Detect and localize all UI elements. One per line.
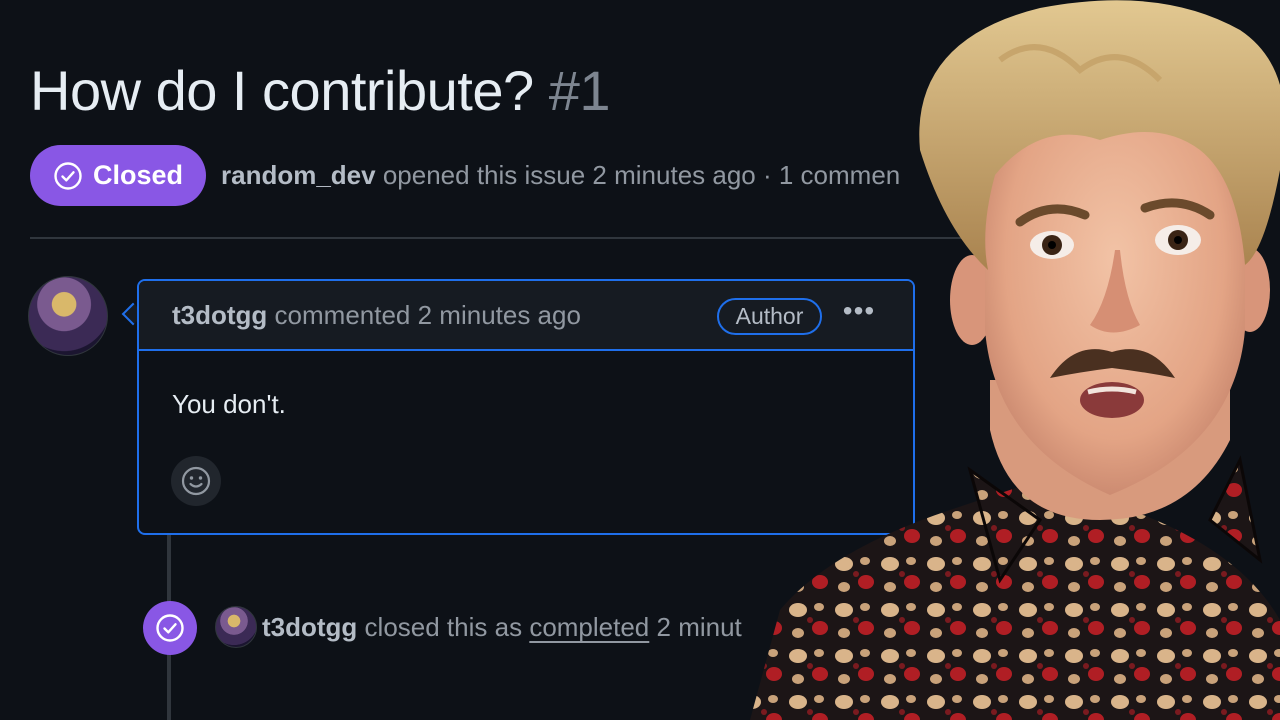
- issue-author-link[interactable]: random_dev: [221, 160, 376, 190]
- issue-number: #1: [548, 59, 611, 122]
- issue-title: How do I contribute? #1: [30, 58, 610, 123]
- issue-title-text: How do I contribute?: [30, 59, 534, 122]
- closed-event-badge: [143, 601, 197, 655]
- event-time[interactable]: 2 minut: [657, 612, 742, 642]
- check-circle-icon: [54, 161, 82, 190]
- comment-action[interactable]: commented 2 minutes ago: [275, 300, 581, 330]
- comment-byline: t3dotgg commented 2 minutes ago: [172, 300, 581, 331]
- check-circle-icon: [156, 614, 184, 642]
- completed-link[interactable]: completed: [529, 612, 649, 642]
- comment-avatar[interactable]: [28, 276, 108, 356]
- event-avatar[interactable]: [215, 606, 257, 648]
- event-text: closed this as: [364, 612, 523, 642]
- comment-body: You don't.: [172, 389, 286, 419]
- presenter-illustration: [750, 0, 1280, 720]
- closed-event: t3dotgg closed this as completed 2 minut: [262, 612, 742, 643]
- presenter-overlay: [740, 0, 1280, 720]
- add-reaction-button[interactable]: [171, 456, 221, 506]
- state-badge-closed: Closed: [30, 145, 206, 206]
- state-label: Closed: [92, 160, 184, 190]
- event-author-link[interactable]: t3dotgg: [262, 612, 357, 642]
- smiley-icon: [181, 466, 211, 496]
- comment-author-link[interactable]: t3dotgg: [172, 300, 267, 330]
